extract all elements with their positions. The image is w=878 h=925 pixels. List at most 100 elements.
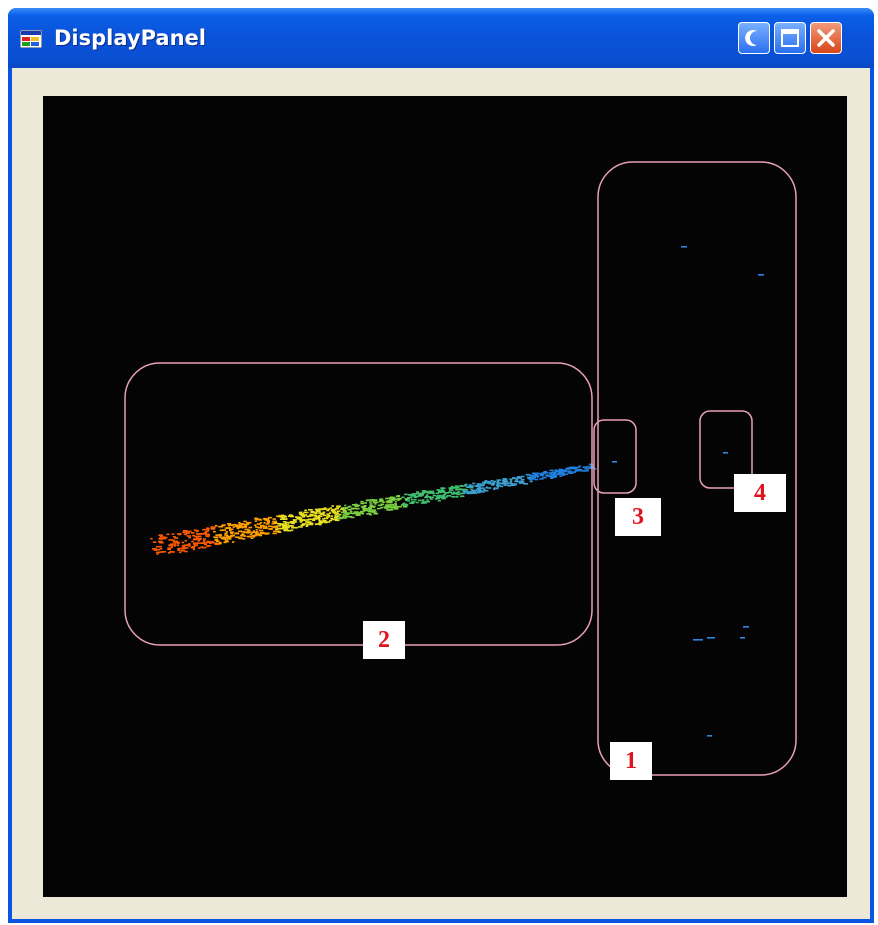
cloud-point xyxy=(224,540,229,543)
cloud-point xyxy=(192,548,195,551)
cloud-point xyxy=(339,513,342,516)
cloud-point xyxy=(455,496,459,498)
cloud-point xyxy=(254,517,259,520)
cloud-point xyxy=(351,507,356,510)
cloud-point xyxy=(422,491,427,494)
cloud-point xyxy=(336,510,341,512)
cloud-point xyxy=(515,477,519,480)
cloud-point xyxy=(369,505,374,508)
cloud-point xyxy=(202,538,206,540)
cloud-point xyxy=(182,530,188,532)
cloud-point xyxy=(318,519,321,521)
cloud-point xyxy=(390,507,393,509)
cloud-point xyxy=(234,536,240,538)
cloud-point xyxy=(394,502,397,505)
title-bar[interactable]: DisplayPanel xyxy=(8,8,874,68)
cloud-point xyxy=(238,522,241,524)
cloud-point xyxy=(542,476,547,479)
cloud-point xyxy=(392,505,397,507)
cloud-point xyxy=(330,509,335,512)
region-3-outline xyxy=(593,419,637,494)
cloud-point xyxy=(299,511,303,514)
cloud-point xyxy=(278,524,282,527)
cloud-point xyxy=(416,491,420,493)
cloud-point xyxy=(437,494,442,497)
cloud-point xyxy=(432,494,437,497)
cloud-point xyxy=(305,519,310,521)
cloud-point xyxy=(267,516,272,519)
display-canvas[interactable]: 1 2 3 4 xyxy=(43,96,847,897)
close-button[interactable] xyxy=(810,22,842,54)
cloud-point xyxy=(306,523,309,526)
cloud-point xyxy=(172,551,175,553)
cloud-point xyxy=(384,507,389,509)
cloud-point xyxy=(324,517,329,520)
cloud-point xyxy=(159,541,162,544)
cloud-point xyxy=(224,532,228,535)
cloud-point xyxy=(409,502,415,504)
cloud-point xyxy=(303,511,307,514)
cloud-point xyxy=(342,513,345,516)
cloud-point xyxy=(385,497,389,500)
cloud-point xyxy=(232,541,235,543)
cloud-point xyxy=(437,499,441,502)
cloud-point xyxy=(300,520,303,523)
cloud-point xyxy=(394,500,397,503)
cloud-point xyxy=(421,490,426,492)
cloud-point xyxy=(167,552,171,554)
cloud-point xyxy=(227,538,232,540)
cloud-point xyxy=(465,486,470,488)
cloud-point xyxy=(470,489,473,491)
cloud-point xyxy=(520,478,525,481)
cloud-point xyxy=(170,546,173,549)
cloud-point xyxy=(193,544,198,547)
cloud-point xyxy=(578,469,583,472)
cloud-point xyxy=(179,551,182,554)
cloud-point xyxy=(334,507,340,510)
cloud-point xyxy=(463,484,467,487)
cloud-point xyxy=(567,471,572,474)
cloud-point xyxy=(176,541,180,544)
cloud-point xyxy=(262,532,265,534)
sparse-point xyxy=(681,246,687,248)
sparse-point xyxy=(707,735,712,737)
cloud-point xyxy=(523,483,529,485)
cloud-point xyxy=(344,515,348,517)
sparse-point xyxy=(707,637,715,639)
cloud-point xyxy=(314,523,320,525)
cloud-point xyxy=(294,521,297,523)
cloud-point xyxy=(213,530,216,533)
cloud-point xyxy=(510,484,516,486)
cloud-point xyxy=(168,544,174,547)
cloud-point xyxy=(483,488,486,491)
cloud-point xyxy=(196,535,202,538)
cloud-point xyxy=(357,511,360,514)
cloud-point xyxy=(360,502,365,505)
cloud-point xyxy=(425,495,429,498)
cloud-point xyxy=(229,529,232,532)
cloud-point xyxy=(259,524,265,527)
cloud-point xyxy=(347,509,352,511)
cloud-point xyxy=(248,526,253,529)
cloud-point xyxy=(262,527,267,529)
cloud-point xyxy=(250,537,254,539)
cloud-point xyxy=(238,525,243,528)
maximize-icon xyxy=(781,29,799,47)
cloud-point xyxy=(362,509,367,512)
maximize-button[interactable] xyxy=(774,22,806,54)
cloud-point xyxy=(246,530,251,532)
cloud-point xyxy=(232,523,236,526)
cloud-point xyxy=(227,526,230,529)
cloud-point xyxy=(470,485,475,487)
cloud-point xyxy=(316,516,321,518)
cloud-point xyxy=(215,525,218,527)
cloud-point xyxy=(372,501,376,504)
cloud-point xyxy=(322,508,325,510)
cloud-point xyxy=(445,496,448,498)
cloud-point xyxy=(448,489,454,491)
cloud-point xyxy=(539,474,544,477)
minimize-button[interactable] xyxy=(738,22,770,54)
cloud-point xyxy=(268,525,272,528)
cloud-point xyxy=(234,532,239,534)
cloud-point xyxy=(265,523,270,525)
